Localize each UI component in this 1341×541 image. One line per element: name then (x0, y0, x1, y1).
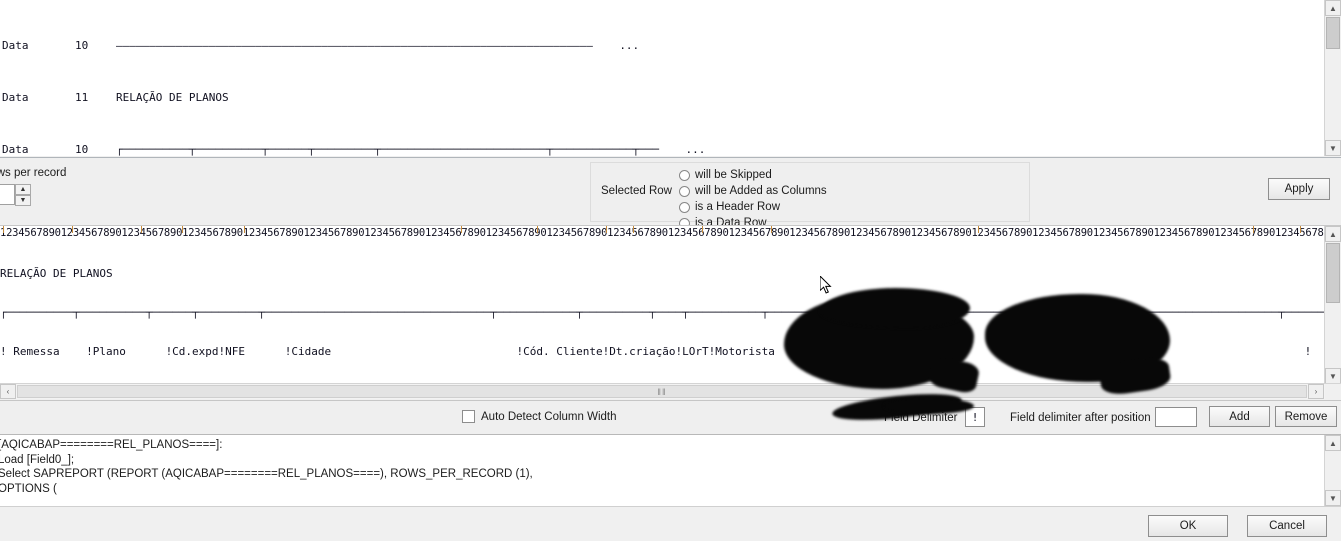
dialog-footer: OK Cancel (0, 506, 1341, 541)
rows-per-record-input[interactable] (0, 184, 15, 205)
transformed-data-grid[interactable]: 1234567890123456789012345678901234567890… (0, 225, 1341, 399)
grid-title-row[interactable]: RELAÇÃO DE PLANOS (0, 267, 1324, 280)
stepper-up-icon[interactable]: ▲ (15, 184, 31, 195)
selected-row-label: Selected Row (601, 185, 672, 197)
radio-label: will be Skipped (695, 169, 772, 181)
preview-row[interactable]: Data 10 ┌──────────┬──────────┬──────┬──… (0, 143, 1321, 156)
stepper-buttons[interactable]: ▲ ▼ (15, 184, 31, 206)
checkbox-icon[interactable] (462, 410, 475, 423)
field-delimiter-position-input[interactable] (1155, 407, 1197, 427)
field-delimiter-label: Field Delimiter (884, 412, 958, 424)
preview-row-text: RELAÇÃO DE PLANOS (116, 91, 229, 105)
row-options-bar: Rows per record ▲ ▼ Selected Row will be… (0, 157, 1341, 229)
grid-rule-top: ┌──────────┬──────────┬──────┬─────────┬… (0, 306, 1324, 320)
scrollbar-thumb[interactable] (1326, 243, 1340, 303)
preview-row-length: 10 (75, 143, 89, 156)
selected-row-radio-group[interactable]: will be Skipped will be Added as Columns… (679, 167, 827, 231)
script-line: Load [Field0_]; (0, 453, 75, 466)
radio-will-be-added-as-columns[interactable]: will be Added as Columns (679, 183, 827, 199)
preview-vertical-scrollbar[interactable]: ▲ ▼ (1324, 0, 1341, 156)
generated-script-pane[interactable]: [AQICABAP========REL_PLANOS====]: Load [… (0, 434, 1341, 506)
radio-is-a-header-row[interactable]: is a Header Row (679, 199, 827, 215)
ok-button[interactable]: OK (1148, 515, 1228, 537)
scroll-left-icon[interactable]: ‹ (0, 384, 16, 399)
selected-row-group: Selected Row will be Skipped will be Add… (590, 162, 1030, 229)
scroll-up-icon[interactable]: ▲ (1325, 435, 1341, 451)
radio-icon[interactable] (679, 201, 690, 213)
script-line: Select SAPREPORT (REPORT (AQICABAP======… (0, 468, 533, 480)
grid-vertical-scrollbar[interactable]: ▲ ▼ (1324, 226, 1341, 384)
rows-per-record-label: Rows per record (0, 167, 67, 179)
script-line: [AQICABAP========REL_PLANOS====]: (0, 439, 223, 451)
preview-row-length: 10 (75, 39, 89, 52)
field-delimiter-position-label: Field delimiter after position (1010, 412, 1151, 424)
radio-label: is a Header Row (695, 201, 781, 213)
preview-row-rule: ┌──────────┬──────────┬──────┬─────────┬… (116, 143, 706, 156)
scroll-right-icon[interactable]: › (1308, 384, 1324, 399)
grid-horizontal-scrollbar[interactable]: ‹ ‖‖ › (0, 383, 1341, 399)
preview-row[interactable]: Data 10 ————————————————————————————————… (0, 39, 1321, 52)
preview-row[interactable]: Data 11 RELAÇÃO DE PLANOS (0, 91, 1321, 104)
preview-row-type: Data (2, 39, 29, 52)
radio-will-be-skipped[interactable]: will be Skipped (679, 167, 827, 183)
grid-content: RELAÇÃO DE PLANOS ┌──────────┬──────────… (0, 241, 1324, 386)
preview-row-text: ————————————————————————————————————————… (116, 39, 640, 52)
scroll-up-icon[interactable]: ▲ (1325, 226, 1341, 242)
apply-button[interactable]: Apply (1268, 178, 1330, 200)
scrollbar-thumb[interactable]: ‖‖ (17, 385, 1307, 398)
scroll-down-icon[interactable]: ▼ (1325, 140, 1341, 156)
rows-per-record-stepper[interactable]: ▲ ▼ (0, 184, 32, 206)
file-wizard-dialog: Data 10 ————————————————————————————————… (0, 0, 1341, 541)
scrollbar-thumb[interactable] (1326, 17, 1340, 49)
script-line: OPTIONS ( (0, 482, 57, 495)
radio-icon[interactable] (679, 169, 690, 181)
grid-header-row[interactable]: ! Remessa !Plano !Cd.expd!NFE !Cidade !C… (0, 345, 1324, 358)
scroll-down-icon[interactable]: ▼ (1325, 490, 1341, 506)
source-preview-content: Data 10 ————————————————————————————————… (0, 0, 1321, 156)
field-delimiter-input[interactable] (965, 407, 985, 427)
remove-button[interactable]: Remove (1275, 406, 1337, 427)
preview-row-type: Data (2, 143, 29, 156)
source-preview-pane[interactable]: Data 10 ————————————————————————————————… (0, 0, 1341, 156)
radio-icon[interactable] (679, 185, 690, 197)
script-vertical-scrollbar[interactable]: ▲ ▼ (1324, 435, 1341, 506)
delimiter-options-bar: Auto Detect Column Width Field Delimiter… (0, 400, 1341, 434)
auto-detect-column-width-checkbox[interactable]: Auto Detect Column Width (462, 410, 617, 423)
scroll-up-icon[interactable]: ▲ (1325, 0, 1341, 16)
add-button[interactable]: Add (1209, 406, 1270, 427)
preview-row-type: Data (2, 91, 29, 105)
scroll-down-icon[interactable]: ▼ (1325, 368, 1341, 384)
stepper-down-icon[interactable]: ▼ (15, 195, 31, 206)
radio-label: will be Added as Columns (695, 185, 827, 197)
cancel-button[interactable]: Cancel (1247, 515, 1327, 537)
scrollbar-corner (1325, 384, 1341, 399)
auto-detect-label: Auto Detect Column Width (481, 410, 617, 423)
column-position-ruler[interactable]: 1234567890123456789012345678901234567890… (0, 226, 1324, 241)
preview-row-length: 11 (75, 91, 89, 105)
